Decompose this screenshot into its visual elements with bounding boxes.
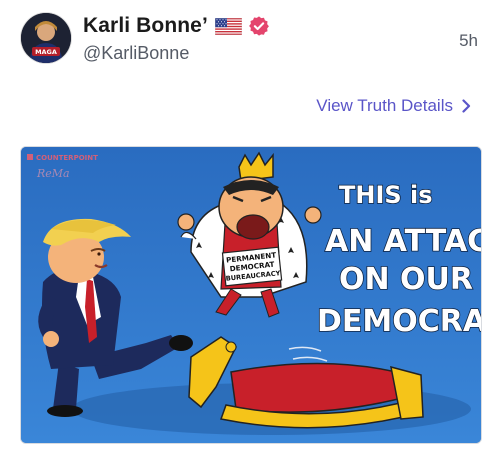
- verified-badge-icon: [248, 16, 269, 36]
- headline-line-2: AN ATTACK: [325, 224, 481, 259]
- watermark-text: COUNTERPOINT: [36, 154, 98, 162]
- view-truth-details-link[interactable]: View Truth Details: [316, 96, 471, 116]
- bureaucracy-sign: PERMANENT DEMOCRAT BUREAUCRACY: [221, 246, 283, 287]
- author-name[interactable]: Karli Bonne’: [83, 14, 208, 38]
- headline-line-4: DEMOCRACY: [317, 304, 481, 339]
- us-flag-icon: [214, 17, 242, 35]
- post-timestamp[interactable]: 5h: [459, 31, 478, 51]
- author-avatar[interactable]: MAGA: [21, 13, 71, 63]
- truth-post: MAGA Karli Bonne’ @KarliBonne 5h View Tr…: [0, 0, 500, 463]
- headline-line-1: THIS is: [339, 181, 433, 209]
- headline-line-3: ON OUR: [339, 262, 473, 297]
- view-truth-details-label: View Truth Details: [316, 96, 453, 115]
- author-handle[interactable]: @KarliBonne: [83, 43, 189, 64]
- avatar-image: MAGA: [21, 13, 71, 63]
- svg-text:ReMa: ReMa: [36, 167, 70, 180]
- avatar-text: MAGA: [35, 48, 57, 56]
- post-media-image[interactable]: COUNTERPOINT ReMa PERMANENT DEMOCRAT BUR…: [20, 146, 482, 444]
- political-cartoon: COUNTERPOINT ReMa PERMANENT DEMOCRAT BUR…: [21, 147, 481, 443]
- chevron-right-icon: [462, 99, 471, 113]
- author-name-row: Karli Bonne’: [83, 13, 270, 39]
